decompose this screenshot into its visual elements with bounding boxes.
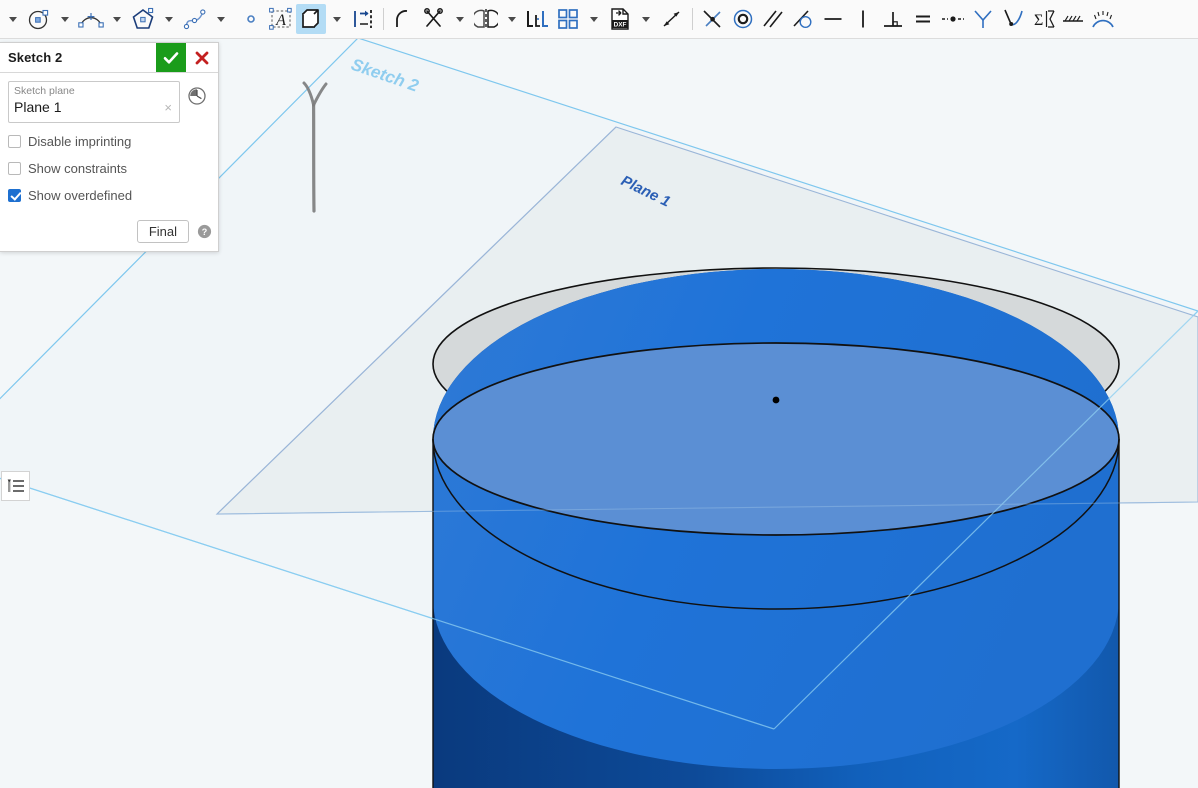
cylinder-top-face: [432, 342, 1120, 536]
feature-list-toggle[interactable]: [1, 471, 30, 501]
clock-history-icon[interactable]: [184, 83, 210, 109]
svg-text:?: ?: [202, 227, 208, 237]
text-tool-icon[interactable]: A: [266, 4, 296, 34]
dimension-tool-icon[interactable]: [657, 4, 687, 34]
show-overdefined-checkbox[interactable]: Show overdefined: [8, 186, 210, 204]
sketch-plane-field-value: Plane 1: [14, 99, 62, 115]
chevron-down-icon[interactable]: [449, 4, 471, 34]
chevron-down-icon[interactable]: [501, 4, 523, 34]
mirror-tool-icon[interactable]: [471, 4, 501, 34]
tangent-constraint-icon[interactable]: [788, 4, 818, 34]
polygon-tool-icon[interactable]: [128, 4, 158, 34]
coincident-constraint-icon[interactable]: [698, 4, 728, 34]
normal-constraint-icon[interactable]: Σ: [1028, 4, 1058, 34]
fillet-tool-icon[interactable]: [389, 4, 419, 34]
sketch-plane-field-label: Sketch plane: [14, 85, 75, 97]
checkbox-box-checked: [8, 188, 21, 202]
curvature-constraint-icon[interactable]: [998, 4, 1028, 34]
use-projection-icon[interactable]: [296, 4, 326, 34]
close-x-icon: [195, 51, 209, 64]
sketch-plane-field[interactable]: Sketch plane Plane 1 ×: [8, 81, 180, 123]
svg-text:A: A: [275, 12, 286, 29]
point-tool-icon[interactable]: [236, 4, 266, 34]
cylinder-model[interactable]: [432, 267, 1120, 788]
sketch-dialog: Sketch 2 Sketch plane Plane 1 × Disable …: [0, 42, 219, 252]
chevron-down-icon[interactable]: [158, 4, 180, 34]
sketch-plane-field-row: Sketch plane Plane 1 ×: [8, 81, 210, 123]
checkmark-icon: [163, 51, 179, 64]
arc-tool-icon[interactable]: [76, 4, 106, 34]
trim-scissors-icon[interactable]: [419, 4, 449, 34]
show-constraints-checkbox[interactable]: Show constraints: [8, 159, 210, 177]
offset-tool-icon[interactable]: [348, 4, 378, 34]
horizontal-constraint-icon[interactable]: [818, 4, 848, 34]
parallel-constraint-icon[interactable]: [758, 4, 788, 34]
sketch-origin-point[interactable]: [772, 396, 780, 404]
help-icon[interactable]: ?: [197, 224, 212, 239]
cancel-button[interactable]: [186, 43, 218, 72]
linear-pattern-icon[interactable]: [523, 4, 553, 34]
construction-line-icon[interactable]: [1058, 4, 1088, 34]
chevron-down-icon[interactable]: [583, 4, 605, 34]
chevron-down-icon[interactable]: [2, 4, 24, 34]
disable-imprinting-label: Disable imprinting: [28, 133, 132, 149]
chevron-down-icon[interactable]: [635, 4, 657, 34]
chevron-down-icon[interactable]: [326, 4, 348, 34]
accept-button[interactable]: [156, 43, 186, 72]
sketch-dialog-header: Sketch 2: [0, 43, 218, 73]
grid-pattern-icon[interactable]: [553, 4, 583, 34]
symmetric-constraint-icon[interactable]: [968, 4, 998, 34]
chevron-down-icon[interactable]: [54, 4, 76, 34]
show-constraints-label: Show constraints: [28, 160, 127, 176]
disable-imprinting-checkbox[interactable]: Disable imprinting: [8, 132, 210, 150]
sketch-dialog-footer: Final ?: [0, 210, 218, 251]
clear-selection-icon[interactable]: ×: [162, 100, 174, 115]
midpoint-constraint-icon[interactable]: [938, 4, 968, 34]
sketch-dialog-title: Sketch 2: [8, 50, 63, 65]
sketch-toolbar: A DXF Σ: [0, 0, 1198, 39]
spline-tool-icon[interactable]: [180, 4, 210, 34]
equal-constraint-icon[interactable]: [908, 4, 938, 34]
final-button[interactable]: Final: [136, 220, 189, 243]
feature-list-icon: [7, 479, 24, 492]
svg-text:DXF: DXF: [614, 22, 627, 29]
checkbox-box: [8, 161, 21, 175]
dxf-import-icon[interactable]: DXF: [605, 4, 635, 34]
concentric-constraint-icon[interactable]: [728, 4, 758, 34]
arc-length-constraint-icon[interactable]: [1088, 4, 1118, 34]
checkbox-box: [8, 134, 21, 148]
circle-tool-icon[interactable]: [24, 4, 54, 34]
toolbar-separator: [692, 8, 693, 30]
sketch-dialog-body: Sketch plane Plane 1 × Disable imprintin…: [0, 73, 218, 210]
chevron-down-icon[interactable]: [106, 4, 128, 34]
cad-application-window: A DXF Σ Sketch 2 Plane 1 Sketch 2 Sketch…: [0, 0, 1198, 788]
vertical-constraint-icon[interactable]: [848, 4, 878, 34]
show-overdefined-label: Show overdefined: [28, 187, 133, 203]
perpendicular-constraint-icon[interactable]: [878, 4, 908, 34]
toolbar-separator: [383, 8, 384, 30]
chevron-down-icon[interactable]: [210, 4, 232, 34]
svg-text:Σ: Σ: [1034, 12, 1043, 29]
